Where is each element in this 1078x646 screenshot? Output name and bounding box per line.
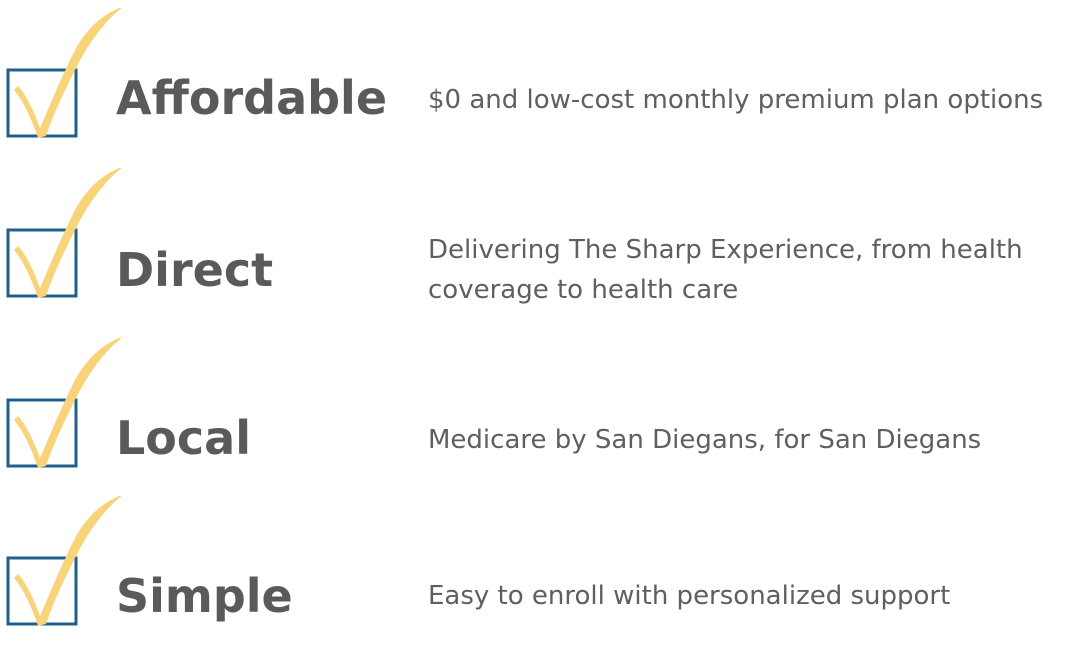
feature-description: Medicare by San Diegans, for San Diegans <box>428 425 982 455</box>
feature-item-local: Local Medicare by San Diegans, for San D… <box>0 338 1078 488</box>
feature-item-affordable: Affordable $0 and low-cost monthly premi… <box>0 8 1078 158</box>
feature-title: Local <box>116 411 251 465</box>
feature-item-simple: Simple Easy to enroll with personalized … <box>0 496 1078 646</box>
feature-title: Direct <box>116 243 274 297</box>
feature-description: $0 and low-cost monthly premium plan opt… <box>428 85 1044 115</box>
feature-item-direct: Direct Delivering The Sharp Experience, … <box>0 168 1078 318</box>
feature-title: Simple <box>116 569 293 623</box>
feature-description: Easy to enroll with personalized support <box>428 581 951 611</box>
feature-title: Affordable <box>116 71 388 125</box>
feature-description: Delivering The Sharp Experience, from he… <box>428 235 1023 305</box>
feature-list: Affordable $0 and low-cost monthly premi… <box>0 0 1078 630</box>
